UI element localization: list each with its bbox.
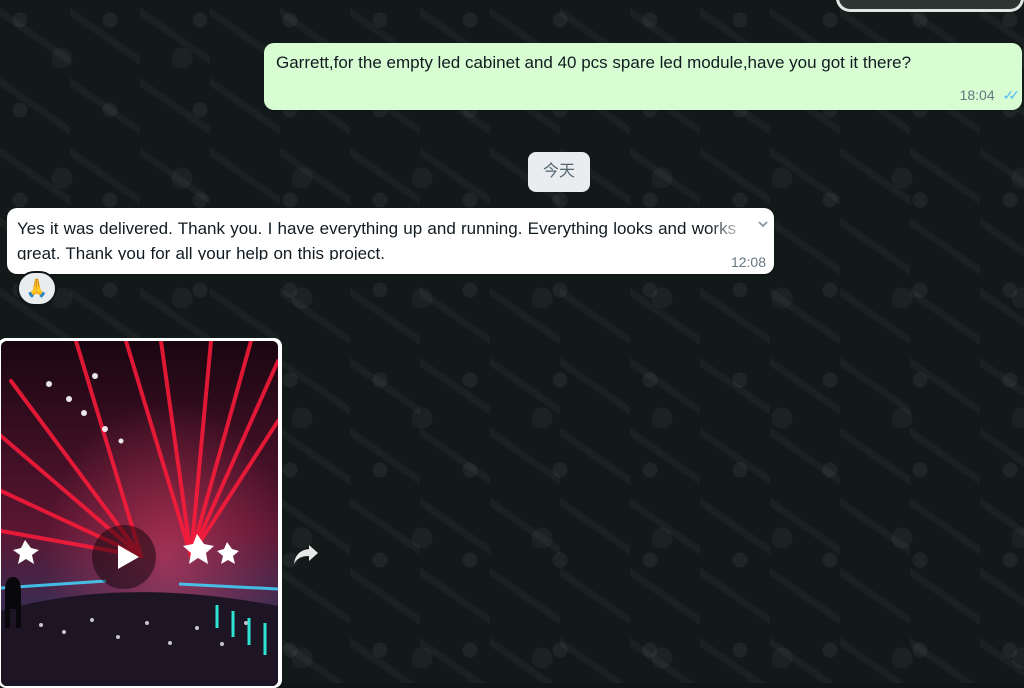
forward-icon[interactable] [292, 541, 320, 567]
incoming-message-bubble[interactable]: Yes it was delivered. Thank you. I have … [7, 208, 774, 274]
double-check-icon: ✓✓ [1002, 87, 1021, 103]
outgoing-message-time: 18:04 [959, 87, 995, 103]
date-divider: 今天 [528, 152, 590, 192]
chevron-down-icon[interactable] [757, 218, 769, 230]
video-message-card[interactable] [0, 338, 282, 688]
laser-show-thumbnail [1, 341, 278, 686]
folded-hands-reaction: 🙏 [25, 278, 49, 298]
incoming-message-time: 12:08 [730, 254, 766, 270]
play-icon[interactable] [92, 525, 156, 589]
outgoing-message-bubble[interactable]: Garrett,for the empty led cabinet and 40… [264, 43, 1022, 110]
video-thumbnail[interactable] [1, 341, 278, 686]
outgoing-message-text: Garrett,for the empty led cabinet and 40… [276, 53, 912, 72]
reaction-badge[interactable]: 🙏 [17, 271, 57, 306]
previous-message-bubble-fragment[interactable] [836, 0, 1024, 12]
outgoing-message-meta: 18:04 ✓✓ [959, 87, 1021, 104]
incoming-message-text: Yes it was delivered. Thank you. I have … [17, 219, 737, 260]
